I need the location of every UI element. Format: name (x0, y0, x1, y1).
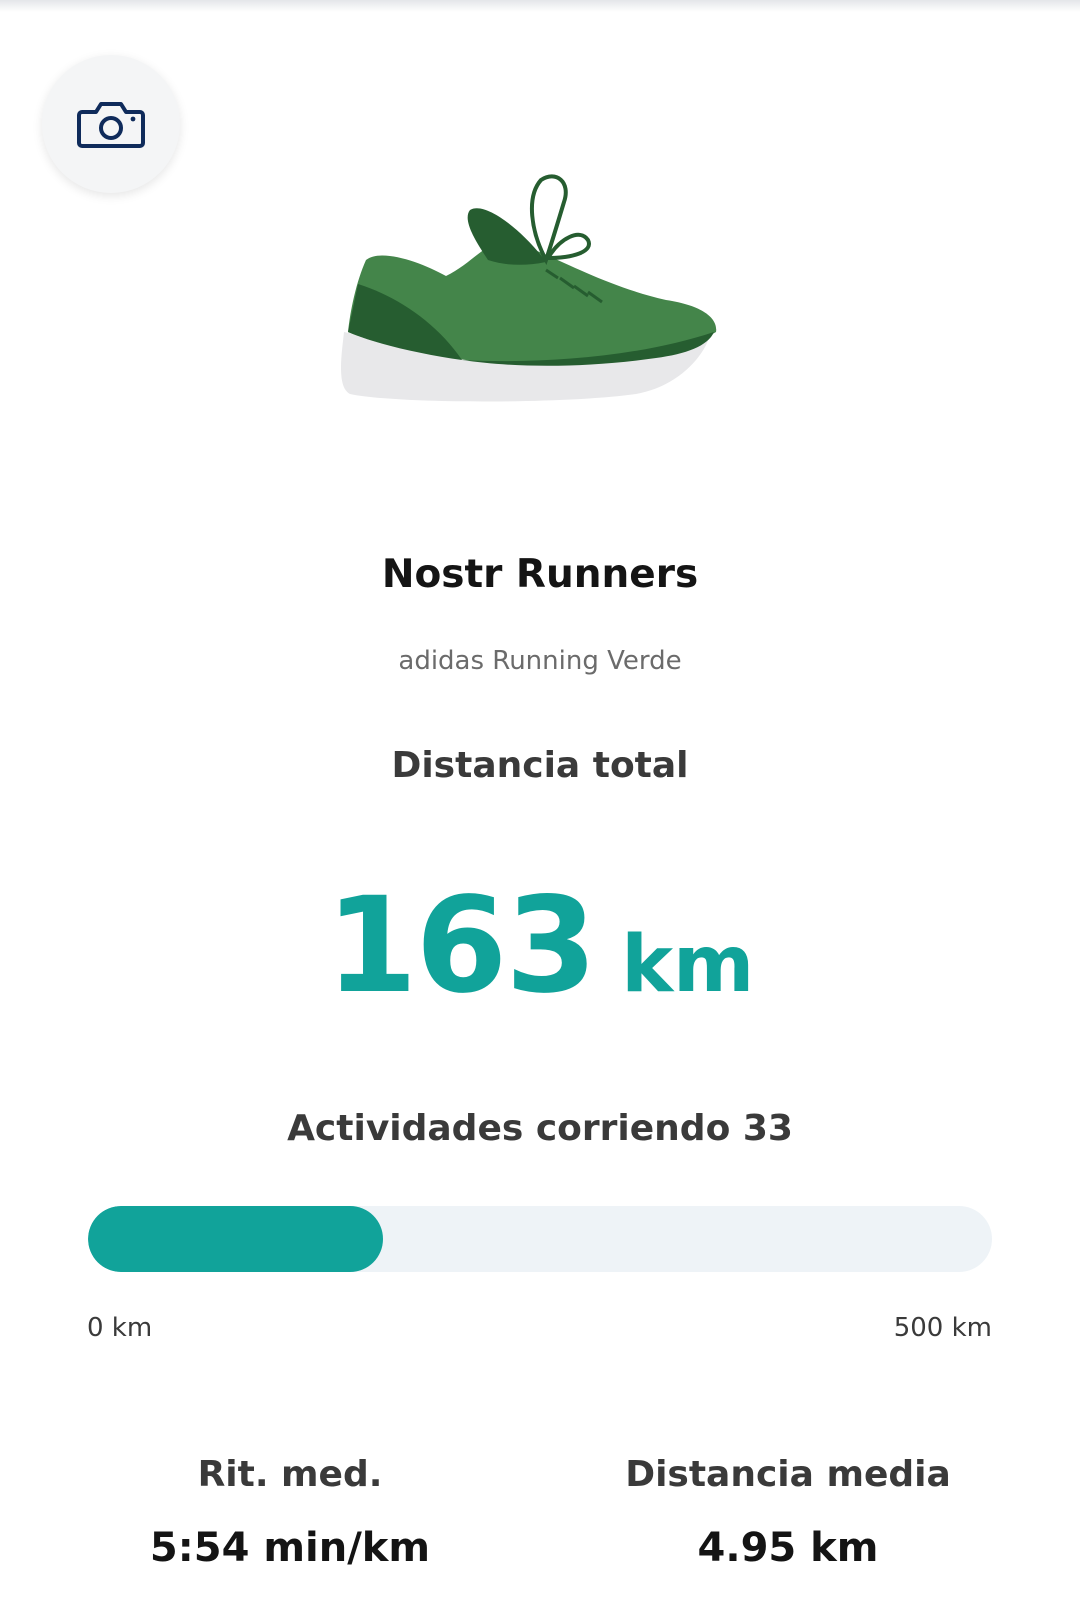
avg-pace-label: Rit. med. (197, 1454, 383, 1495)
camera-button[interactable] (42, 55, 180, 193)
avg-distance-value: 4.95 km (697, 1525, 879, 1571)
total-distance-number: 163 (325, 869, 598, 1023)
shoe-name: Nostr Runners (381, 552, 699, 597)
total-distance-label: Distancia total (391, 745, 689, 786)
avg-distance-label: Distancia media (625, 1454, 951, 1495)
avg-pace-value: 5:54 min/km (149, 1525, 431, 1571)
total-distance-unit: km (621, 920, 755, 1010)
distance-progress-fill (88, 1206, 383, 1272)
progress-min-label: 0 km (87, 1313, 153, 1343)
running-shoe-illustration (341, 174, 717, 402)
total-distance-value: 163 km (0, 880, 1080, 1012)
avg-distance-stat: Distancia media 4.95 km (558, 1454, 1018, 1571)
activities-count-label: Actividades corriendo 33 (287, 1108, 793, 1149)
distance-progress-bar (88, 1206, 992, 1272)
progress-max-label: 500 km (893, 1313, 992, 1343)
camera-icon (77, 102, 145, 148)
avg-pace-stat: Rit. med. 5:54 min/km (60, 1454, 520, 1571)
top-divider (0, 0, 1080, 12)
shoe-model: adidas Running Verde (398, 646, 682, 676)
